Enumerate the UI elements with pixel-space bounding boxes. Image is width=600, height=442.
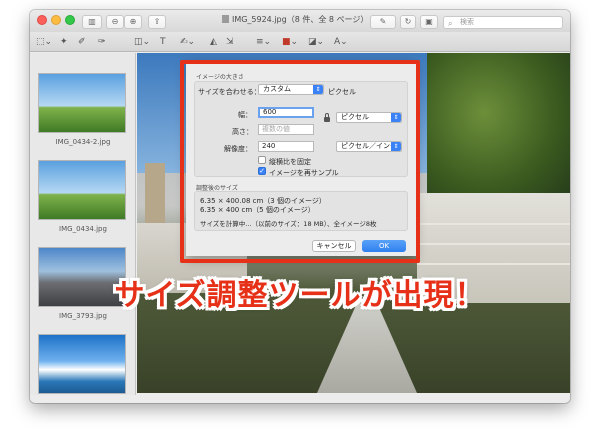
thumbnail-image[interactable]	[38, 334, 126, 394]
adjust-color-icon[interactable]: ◭	[210, 36, 217, 48]
thumbnail-sidebar: IMG_0434-2.jpg IMG_0434.jpg IMG_3793.jpg…	[30, 53, 136, 395]
instant-alpha-icon[interactable]: ✦	[60, 36, 68, 48]
toolbox-icon: ▣	[425, 17, 433, 26]
sidebar-toggle-button[interactable]: ▥	[82, 15, 102, 29]
share-icon: ⇪	[153, 17, 161, 26]
markup-toolbar: ⬚⌄ ✦ ✐ ✑ ◫⌄ T ✍⌄ ◭ ⇲ ≡⌄ ■⌄ ◪⌄ A⌄	[30, 32, 570, 52]
search-field[interactable]: ⌕ 検索	[443, 16, 563, 29]
zoom-in-button[interactable]: ⊕	[124, 15, 142, 29]
search-icon: ⌕	[448, 19, 453, 28]
thumbnail-image[interactable]	[38, 160, 126, 220]
trees-region	[427, 53, 570, 203]
thumbnail-label: IMG_0434.jpg	[59, 225, 107, 233]
pen-icon: ✎	[379, 17, 387, 26]
shape-style-icon[interactable]: ≡⌄	[256, 36, 271, 48]
thumbnail-image[interactable]	[38, 73, 126, 133]
rotate-icon: ↻	[404, 17, 412, 26]
sidebar-icon: ▥	[88, 17, 96, 26]
stone-path-region	[317, 303, 417, 393]
selection-tool-icon[interactable]: ⬚⌄	[36, 36, 52, 48]
share-button[interactable]: ⇪	[148, 15, 166, 29]
wall-stripe	[417, 223, 570, 225]
toolbox-button[interactable]: ▣	[420, 15, 438, 29]
rotate-button[interactable]: ↻	[400, 15, 416, 29]
wall-stripe	[417, 243, 570, 245]
search-placeholder: 検索	[460, 18, 474, 26]
border-color-icon[interactable]: ■⌄	[282, 36, 298, 48]
caption-text: サイズ調整ツールが出現！	[114, 278, 486, 313]
highlight-frame	[180, 60, 420, 263]
markup-pen-button[interactable]: ✎	[370, 15, 396, 29]
zoom-out-button[interactable]: ⊖	[106, 15, 124, 29]
signature-icon[interactable]: ✍⌄	[180, 36, 195, 48]
building-region	[145, 163, 165, 223]
text-style-icon[interactable]: A⌄	[334, 36, 348, 48]
title-bar: IMG_5924.jpg（8 件、全 8 ページ）⌄ ▥ ⊖ ⊕ ⇪ ✎ ↻ ▣…	[30, 10, 570, 32]
draw-icon[interactable]: ✑	[98, 36, 106, 48]
wall-stripe	[417, 263, 570, 265]
thumbnail-label: IMG_0434-2.jpg	[55, 138, 111, 146]
adjust-size-icon[interactable]: ⇲	[226, 36, 234, 48]
window-title-text: IMG_5924.jpg（8 件、全 8 ページ）	[231, 15, 369, 24]
fill-color-icon[interactable]: ◪⌄	[308, 36, 324, 48]
text-icon[interactable]: T	[160, 36, 166, 48]
document-icon	[221, 15, 229, 23]
zoom-in-icon: ⊕	[129, 17, 137, 26]
shapes-icon[interactable]: ◫⌄	[134, 36, 150, 48]
sketch-icon[interactable]: ✐	[78, 36, 86, 48]
zoom-out-icon: ⊖	[111, 17, 119, 26]
